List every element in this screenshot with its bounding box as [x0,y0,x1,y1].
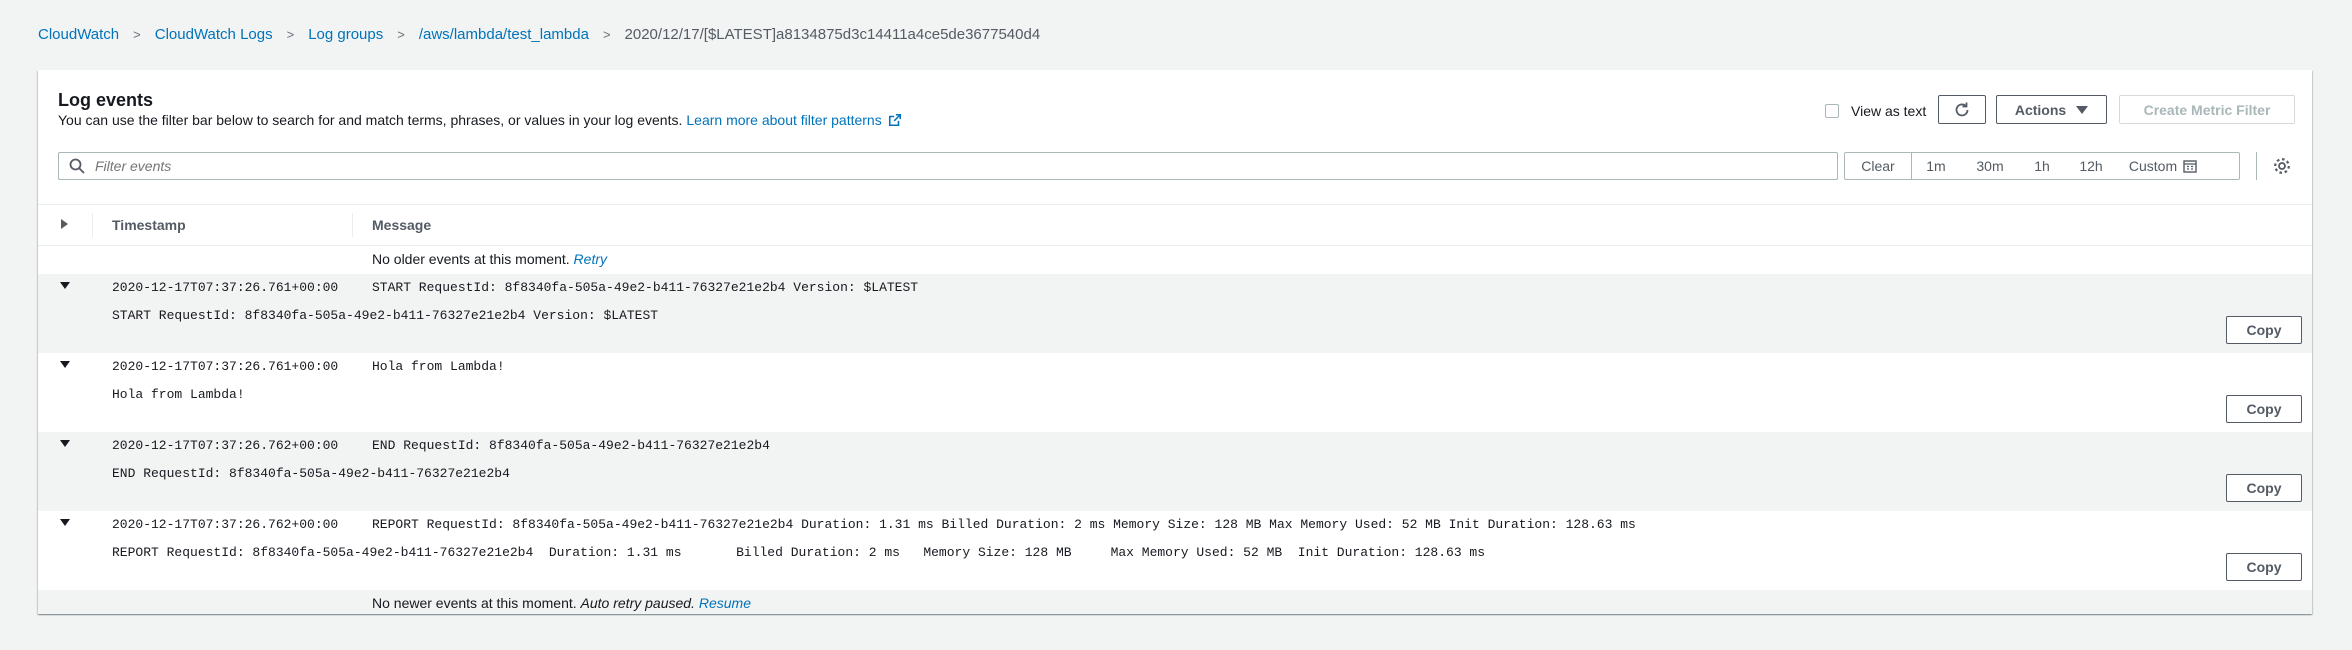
copy-button[interactable]: Copy [2226,474,2302,502]
retry-link[interactable]: Retry [574,251,607,267]
event-message: END RequestId: 8f8340fa-505a-49e2-b411-7… [372,438,770,453]
event-detail: REPORT RequestId: 8f8340fa-505a-49e2-b41… [112,545,1486,560]
search-icon [69,158,85,174]
clear-range-button[interactable]: Clear [1845,153,1912,179]
copy-button[interactable]: Copy [2226,553,2302,581]
toolbar-divider [2256,152,2257,180]
event-timestamp: 2020-12-17T07:37:26.762+00:00 [112,517,339,532]
range-1h[interactable]: 1h [2020,153,2064,179]
collapse-row-icon[interactable] [60,361,70,368]
newer-events-notice: No newer events at this moment. Auto ret… [372,595,751,611]
log-events-panel: Log events You can use the filter bar be… [38,70,2312,614]
chevron-right-icon: > [397,26,405,42]
panel-title: Log events [58,90,154,110]
learn-more-label: Learn more about filter patterns [686,112,882,128]
view-as-text-label: View as text [1851,103,1927,119]
event-timestamp: 2020-12-17T07:37:26.762+00:00 [112,438,339,453]
breadcrumb: CloudWatch > CloudWatch Logs > Log group… [38,22,1040,46]
event-timestamp: 2020-12-17T07:37:26.761+00:00 [112,359,339,374]
event-detail: Hola from Lambda! [112,387,245,402]
filter-events-bar[interactable] [58,152,1838,180]
copy-button[interactable]: Copy [2226,395,2302,423]
actions-label: Actions [2014,101,2067,118]
table-row[interactable]: 2020-12-17T07:37:26.761+00:00 START Requ… [38,274,2312,353]
column-message[interactable]: Message [372,217,431,233]
column-timestamp[interactable]: Timestamp [112,217,186,233]
caret-down-icon [2076,105,2089,114]
column-divider [352,213,353,237]
expand-all-icon[interactable] [61,219,68,229]
time-range-selector: Clear 1m 30m 1h 12h Custom [1844,152,2240,180]
older-events-notice: No older events at this moment. Retry [372,251,607,267]
resume-link[interactable]: Resume [699,595,751,611]
range-custom[interactable]: Custom [2118,153,2208,179]
gear-icon[interactable] [2272,156,2292,176]
table-row[interactable]: 2020-12-17T07:37:26.762+00:00 REPORT Req… [38,511,2312,590]
table-row[interactable]: 2020-12-17T07:37:26.762+00:00 END Reques… [38,432,2312,511]
create-metric-filter-button[interactable]: Create Metric Filter [2119,95,2295,124]
external-link-icon [888,113,901,127]
event-detail: END RequestId: 8f8340fa-505a-49e2-b411-7… [112,466,510,481]
chevron-right-icon: > [602,26,611,42]
event-timestamp: 2020-12-17T07:37:26.761+00:00 [112,280,339,295]
actions-dropdown[interactable]: Actions [1996,95,2107,124]
view-as-text-checkbox[interactable] [1825,104,1839,118]
breadcrumb-cloudwatch[interactable]: CloudWatch [38,26,119,43]
range-1m[interactable]: 1m [1912,153,1960,179]
copy-button[interactable]: Copy [2226,316,2302,344]
older-events-text: No older events at this moment. [372,251,570,267]
event-detail: START RequestId: 8f8340fa-505a-49e2-b411… [112,308,659,323]
collapse-row-icon[interactable] [60,519,70,526]
breadcrumb-current-stream: 2020/12/17/[$LATEST]a8134875d3c14411a4ce… [624,25,1041,43]
breadcrumb-log-group[interactable]: /aws/lambda/test_lambda [419,26,589,43]
event-message: REPORT RequestId: 8f8340fa-505a-49e2-b41… [372,517,1636,532]
column-divider [92,213,93,237]
collapse-row-icon[interactable] [60,282,70,289]
table-header: Timestamp Message [38,204,2312,246]
range-30m[interactable]: 30m [1960,153,2020,179]
event-message: START RequestId: 8f8340fa-505a-49e2-b411… [372,280,919,295]
panel-description: You can use the filter bar below to sear… [58,112,902,128]
table-row[interactable]: 2020-12-17T07:37:26.761+00:00 Hola from … [38,353,2312,432]
custom-label: Custom [2128,158,2178,174]
filter-events-input[interactable] [93,157,1837,175]
chevron-right-icon: > [286,26,295,42]
breadcrumb-log-groups[interactable]: Log groups [308,26,383,43]
learn-more-link[interactable]: Learn more about filter patterns [686,112,901,128]
calendar-icon [2183,160,2197,173]
chevron-right-icon: > [133,26,141,42]
refresh-icon [1955,102,1969,116]
breadcrumb-cloudwatch-logs[interactable]: CloudWatch Logs [155,26,273,43]
newer-events-text: No newer events at this moment. [372,595,577,611]
event-message: Hola from Lambda! [372,359,505,374]
range-12h[interactable]: 12h [2064,153,2118,179]
description-text: You can use the filter bar below to sear… [58,112,683,128]
auto-retry-text: Auto retry paused. [580,595,695,611]
view-as-text-toggle[interactable]: View as text [1825,103,1926,119]
collapse-row-icon[interactable] [60,440,70,447]
refresh-button[interactable] [1938,95,1986,124]
